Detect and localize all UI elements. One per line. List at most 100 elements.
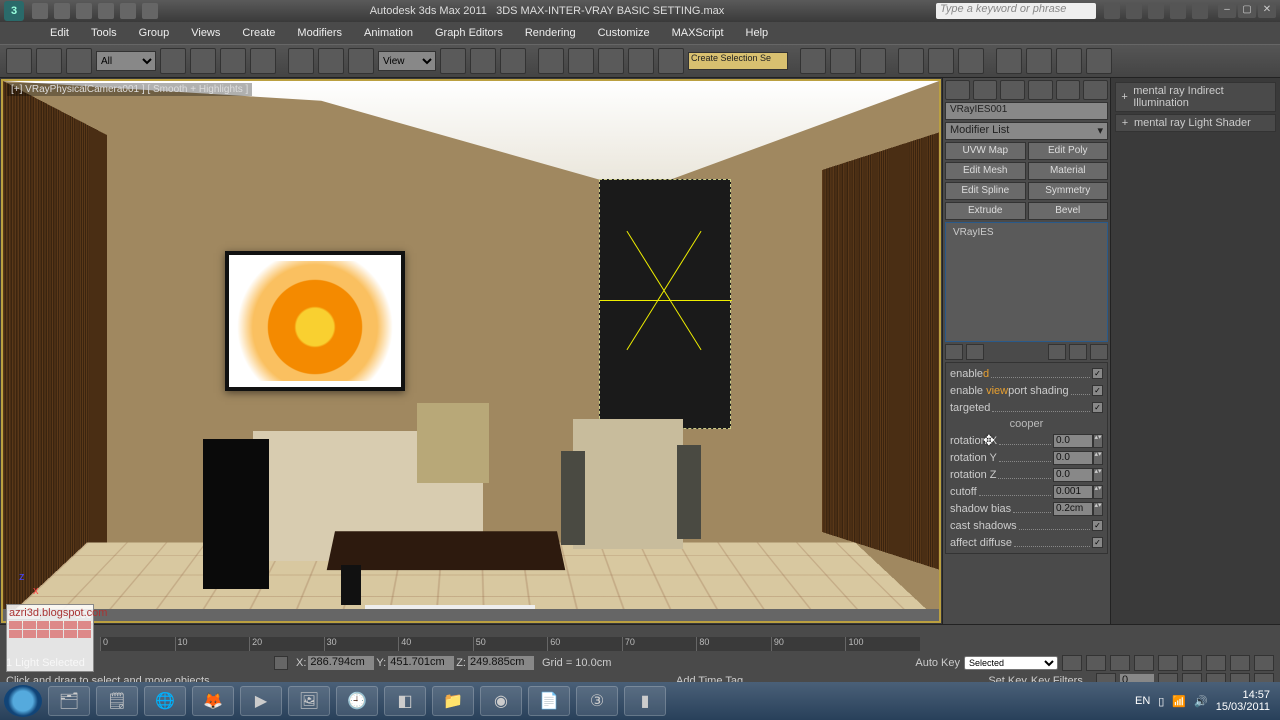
reference-coord-dropdown[interactable]: View <box>378 51 436 71</box>
menu-customize[interactable]: Customize <box>588 25 660 41</box>
tab-display-icon[interactable] <box>1056 80 1081 100</box>
viewport-label[interactable]: [+] VRayPhysicalCamera001 ] [ Smooth + H… <box>7 83 252 96</box>
render-iterative-icon[interactable] <box>1086 48 1112 74</box>
select-region-icon[interactable] <box>220 48 246 74</box>
autokey-mode-dropdown[interactable]: Selected <box>964 656 1058 670</box>
bias-spinner[interactable]: 0.2cm <box>1053 502 1093 516</box>
nav-fov-icon[interactable] <box>1254 655 1274 671</box>
curve-editor-icon[interactable] <box>898 48 924 74</box>
stack-item-vrayies[interactable]: VRayIES <box>949 226 1104 239</box>
enabled-checkbox[interactable]: ✓ <box>1092 368 1103 379</box>
select-manipulate-icon[interactable] <box>470 48 496 74</box>
edit-named-sel-icon[interactable] <box>658 48 684 74</box>
btn-editspline[interactable]: Edit Spline <box>945 182 1026 200</box>
help-icon[interactable] <box>1192 3 1208 19</box>
menu-rendering[interactable]: Rendering <box>515 25 586 41</box>
schematic-view-icon[interactable] <box>928 48 954 74</box>
select-move-icon[interactable] <box>288 48 314 74</box>
task-clock-icon[interactable]: 🕘 <box>336 686 378 716</box>
cutoff-spinner[interactable]: 0.001 <box>1053 485 1093 499</box>
nav-zoom-icon[interactable] <box>1182 655 1202 671</box>
close-button[interactable]: ✕ <box>1258 4 1276 18</box>
qat-undo-icon[interactable] <box>98 3 114 19</box>
select-rotate-icon[interactable] <box>318 48 344 74</box>
start-button[interactable] <box>4 685 42 717</box>
goto-end-icon[interactable] <box>1158 655 1178 671</box>
render-production-icon[interactable] <box>1056 48 1082 74</box>
menu-animation[interactable]: Animation <box>354 25 423 41</box>
track-bar[interactable]: 0 10 20 30 40 50 60 70 80 90 100 <box>0 624 1280 654</box>
bias-spin-btn[interactable]: ▴▾ <box>1093 502 1103 516</box>
qat-open-icon[interactable] <box>54 3 70 19</box>
coord-z-field[interactable]: 249.885cm <box>468 656 534 670</box>
tray-sound-icon[interactable]: 🔊 <box>1194 695 1208 708</box>
pin-stack-icon[interactable] <box>945 344 963 360</box>
snap-toggle-icon[interactable] <box>538 48 564 74</box>
make-unique-icon[interactable] <box>1048 344 1066 360</box>
tab-modify-icon[interactable] <box>973 80 998 100</box>
qat-save-icon[interactable] <box>76 3 92 19</box>
btn-extrude[interactable]: Extrude <box>945 202 1026 220</box>
qat-new-icon[interactable] <box>32 3 48 19</box>
coord-y-field[interactable]: 451.701cm <box>388 656 454 670</box>
maximize-button[interactable]: ▢ <box>1238 4 1256 18</box>
play-icon[interactable] <box>1110 655 1130 671</box>
lock-icon[interactable] <box>274 656 288 670</box>
btn-uvwmap[interactable]: UVW Map <box>945 142 1026 160</box>
material-editor-icon[interactable] <box>958 48 984 74</box>
task-ie-icon[interactable]: 🌐 <box>144 686 186 716</box>
menu-modifiers[interactable]: Modifiers <box>287 25 352 41</box>
autokey-button[interactable]: Auto Key <box>915 657 960 669</box>
btn-bevel[interactable]: Bevel <box>1028 202 1109 220</box>
time-ruler[interactable]: 0 10 20 30 40 50 60 70 80 90 100 <box>100 637 920 651</box>
coord-x-field[interactable]: 286.794cm <box>308 656 374 670</box>
remove-modifier-icon[interactable] <box>1069 344 1087 360</box>
btn-material[interactable]: Material <box>1028 162 1109 180</box>
prev-frame-icon[interactable] <box>1086 655 1106 671</box>
goto-start-icon[interactable] <box>1062 655 1082 671</box>
menu-help[interactable]: Help <box>736 25 779 41</box>
shadows-checkbox[interactable]: ✓ <box>1092 520 1103 531</box>
task-folder-icon[interactable]: 📁 <box>432 686 474 716</box>
next-frame-icon[interactable] <box>1134 655 1154 671</box>
subscription-icon[interactable] <box>1126 3 1142 19</box>
roty-spinner[interactable]: 0.0 <box>1053 451 1093 465</box>
diffuse-checkbox[interactable]: ✓ <box>1092 537 1103 548</box>
minimize-button[interactable]: – <box>1218 4 1236 18</box>
roty-spin-btn[interactable]: ▴▾ <box>1093 451 1103 465</box>
tray-clock[interactable]: 14:5715/03/2011 <box>1216 689 1270 713</box>
viewport-shading-checkbox[interactable]: ✓ <box>1092 385 1103 396</box>
btn-editpoly[interactable]: Edit Poly <box>1028 142 1109 160</box>
render-setup-icon[interactable] <box>996 48 1022 74</box>
menu-views[interactable]: Views <box>181 25 230 41</box>
task-3dsmax-icon[interactable]: ③ <box>576 686 618 716</box>
targeted-checkbox[interactable]: ✓ <box>1092 402 1103 413</box>
timeline-scrollbar[interactable]: 0 / 100 <box>3 609 939 621</box>
angle-snap-icon[interactable] <box>568 48 594 74</box>
task-firefox-icon[interactable]: 🦊 <box>192 686 234 716</box>
rotx-spinner[interactable]: 0.0 <box>1053 434 1093 448</box>
mirror-icon[interactable] <box>800 48 826 74</box>
rollup-mr-light-shader[interactable]: +mental ray Light Shader <box>1115 114 1276 132</box>
tray-lang[interactable]: EN <box>1135 695 1150 707</box>
tab-utilities-icon[interactable] <box>1083 80 1108 100</box>
configure-sets-icon[interactable] <box>1090 344 1108 360</box>
keyboard-shortcut-icon[interactable] <box>500 48 526 74</box>
rotx-spin-btn[interactable]: ▴▾ <box>1093 434 1103 448</box>
menu-group[interactable]: Group <box>129 25 180 41</box>
qat-redo-icon[interactable] <box>120 3 136 19</box>
rotz-spinner[interactable]: 0.0 <box>1053 468 1093 482</box>
nav-zoom-all-icon[interactable] <box>1206 655 1226 671</box>
tray-flag-icon[interactable]: ▯ <box>1158 695 1164 708</box>
spinner-snap-icon[interactable] <box>628 48 654 74</box>
modifier-list-dropdown[interactable]: Modifier List▾ <box>945 122 1108 140</box>
selection-filter-dropdown[interactable]: All <box>96 51 156 71</box>
window-crossing-icon[interactable] <box>250 48 276 74</box>
select-by-name-icon[interactable] <box>190 48 216 74</box>
modifier-stack[interactable]: VRayIES <box>945 222 1108 342</box>
rotz-spin-btn[interactable]: ▴▾ <box>1093 468 1103 482</box>
pivot-center-icon[interactable] <box>440 48 466 74</box>
align-icon[interactable] <box>830 48 856 74</box>
task-pictures-icon[interactable]: 🖼 <box>288 686 330 716</box>
menu-tools[interactable]: Tools <box>81 25 127 41</box>
